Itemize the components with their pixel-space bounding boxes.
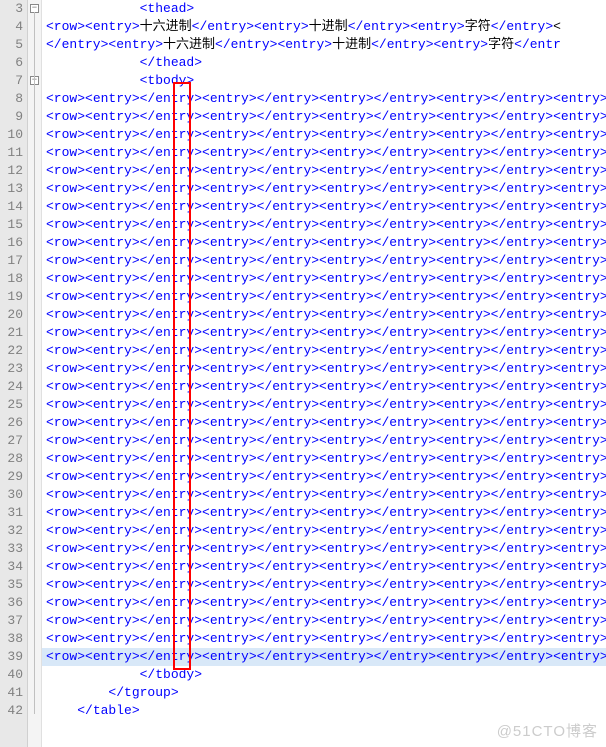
code-line[interactable]: <row><entry></entry><entry></entry><entr… <box>42 234 606 252</box>
code-line[interactable]: <row><entry></entry><entry></entry><entr… <box>42 432 606 450</box>
code-line[interactable]: <row><entry></entry><entry></entry><entr… <box>42 324 606 342</box>
code-line[interactable]: </tgroup> <box>42 684 606 702</box>
line-number: 20 <box>4 306 23 324</box>
line-number: 4 <box>4 18 23 36</box>
code-line[interactable]: <row><entry></entry><entry></entry><entr… <box>42 648 606 666</box>
code-area[interactable]: <thead><row><entry>十六进制</entry><entry>十进… <box>42 0 606 747</box>
code-line[interactable]: </tbody> <box>42 666 606 684</box>
code-line[interactable]: <row><entry></entry><entry></entry><entr… <box>42 180 606 198</box>
line-number: 24 <box>4 378 23 396</box>
line-number: 42 <box>4 702 23 720</box>
line-number: 30 <box>4 486 23 504</box>
code-line[interactable]: <row><entry></entry><entry></entry><entr… <box>42 558 606 576</box>
line-number: 8 <box>4 90 23 108</box>
code-line[interactable]: <row><entry></entry><entry></entry><entr… <box>42 540 606 558</box>
line-number: 15 <box>4 216 23 234</box>
code-line[interactable]: <row><entry></entry><entry></entry><entr… <box>42 450 606 468</box>
line-number: 3 <box>4 0 23 18</box>
line-number: 6 <box>4 54 23 72</box>
code-line[interactable]: <row><entry></entry><entry></entry><entr… <box>42 486 606 504</box>
line-number: 25 <box>4 396 23 414</box>
line-number: 10 <box>4 126 23 144</box>
code-line[interactable]: <row><entry></entry><entry></entry><entr… <box>42 504 606 522</box>
code-line[interactable]: <row><entry></entry><entry></entry><entr… <box>42 414 606 432</box>
code-line[interactable]: <row><entry></entry><entry></entry><entr… <box>42 612 606 630</box>
line-number: 26 <box>4 414 23 432</box>
line-number: 39 <box>4 648 23 666</box>
line-number: 35 <box>4 576 23 594</box>
line-number: 9 <box>4 108 23 126</box>
line-number-gutter: 3456789101112131415161718192021222324252… <box>0 0 28 747</box>
line-number: 36 <box>4 594 23 612</box>
code-line[interactable]: <row><entry></entry><entry></entry><entr… <box>42 468 606 486</box>
line-number: 40 <box>4 666 23 684</box>
line-number: 27 <box>4 432 23 450</box>
line-number: 29 <box>4 468 23 486</box>
line-number: 18 <box>4 270 23 288</box>
code-line[interactable]: <row><entry></entry><entry></entry><entr… <box>42 252 606 270</box>
code-line[interactable]: <row><entry></entry><entry></entry><entr… <box>42 162 606 180</box>
line-number: 12 <box>4 162 23 180</box>
code-line[interactable]: <row><entry>十六进制</entry><entry>十进制</entr… <box>42 18 606 36</box>
code-line[interactable]: <row><entry></entry><entry></entry><entr… <box>42 288 606 306</box>
watermark: @51CTO博客 <box>497 720 598 741</box>
line-number: 21 <box>4 324 23 342</box>
code-line[interactable]: <row><entry></entry><entry></entry><entr… <box>42 396 606 414</box>
code-line[interactable]: <row><entry></entry><entry></entry><entr… <box>42 216 606 234</box>
line-number: 37 <box>4 612 23 630</box>
code-line[interactable]: <row><entry></entry><entry></entry><entr… <box>42 378 606 396</box>
line-number: 13 <box>4 180 23 198</box>
code-line[interactable]: <row><entry></entry><entry></entry><entr… <box>42 90 606 108</box>
fold-column: −− <box>28 0 42 747</box>
code-line[interactable]: <row><entry></entry><entry></entry><entr… <box>42 306 606 324</box>
line-number: 16 <box>4 234 23 252</box>
line-number: 32 <box>4 522 23 540</box>
line-number: 28 <box>4 450 23 468</box>
line-number: 23 <box>4 360 23 378</box>
line-number: 11 <box>4 144 23 162</box>
code-line[interactable]: <row><entry></entry><entry></entry><entr… <box>42 270 606 288</box>
line-number: 5 <box>4 36 23 54</box>
code-line[interactable]: <row><entry></entry><entry></entry><entr… <box>42 594 606 612</box>
code-line[interactable]: <row><entry></entry><entry></entry><entr… <box>42 360 606 378</box>
code-line[interactable]: <row><entry></entry><entry></entry><entr… <box>42 630 606 648</box>
line-number: 31 <box>4 504 23 522</box>
code-line[interactable]: <tbody> <box>42 72 606 90</box>
line-number: 14 <box>4 198 23 216</box>
code-line[interactable]: </thead> <box>42 54 606 72</box>
code-line[interactable]: <row><entry></entry><entry></entry><entr… <box>42 576 606 594</box>
code-line[interactable]: </entry><entry>十六进制</entry><entry>十进制</e… <box>42 36 606 54</box>
code-line[interactable]: <row><entry></entry><entry></entry><entr… <box>42 108 606 126</box>
code-line[interactable]: <row><entry></entry><entry></entry><entr… <box>42 198 606 216</box>
line-number: 33 <box>4 540 23 558</box>
code-line[interactable]: <row><entry></entry><entry></entry><entr… <box>42 144 606 162</box>
line-number: 34 <box>4 558 23 576</box>
line-number: 38 <box>4 630 23 648</box>
code-editor: 3456789101112131415161718192021222324252… <box>0 0 606 747</box>
line-number: 7 <box>4 72 23 90</box>
line-number: 22 <box>4 342 23 360</box>
code-line[interactable]: <thead> <box>42 0 606 18</box>
code-line[interactable]: <row><entry></entry><entry></entry><entr… <box>42 522 606 540</box>
line-number: 19 <box>4 288 23 306</box>
code-line[interactable]: </table> <box>42 702 606 720</box>
code-line[interactable]: <row><entry></entry><entry></entry><entr… <box>42 126 606 144</box>
code-line[interactable]: <row><entry></entry><entry></entry><entr… <box>42 342 606 360</box>
line-number: 41 <box>4 684 23 702</box>
line-number: 17 <box>4 252 23 270</box>
